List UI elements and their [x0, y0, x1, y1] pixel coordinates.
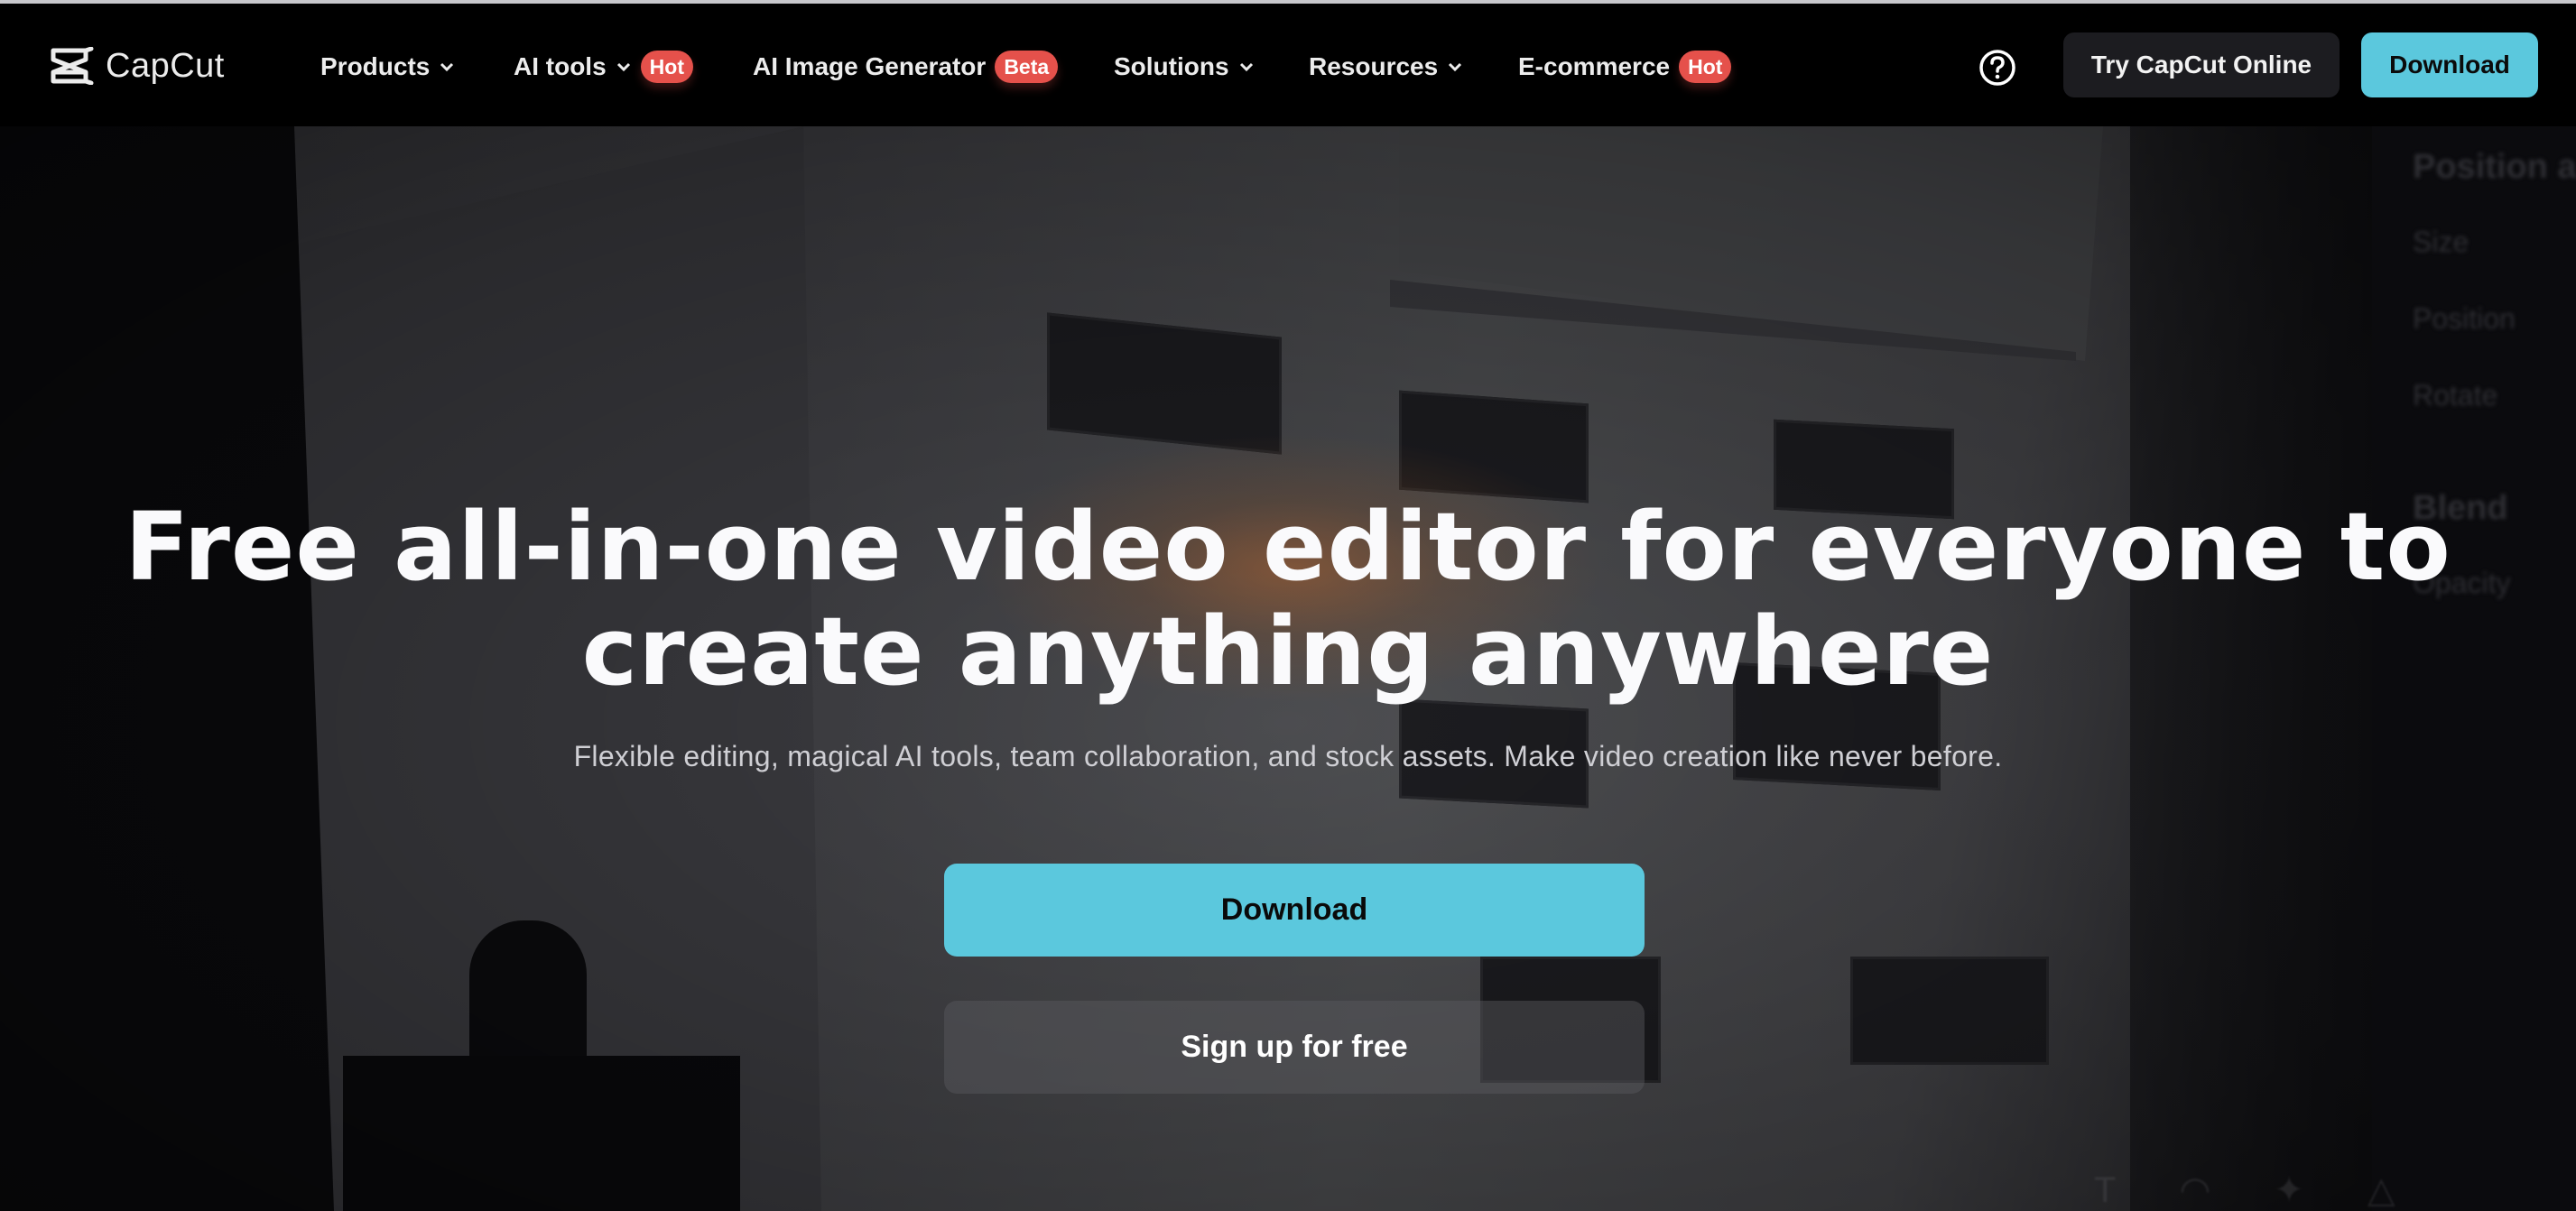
panel-label-position: Position [2413, 302, 2516, 335]
effects-icon: ✦ [2274, 1170, 2304, 1210]
nav-products[interactable]: Products [320, 49, 455, 85]
text-icon: T [2094, 1170, 2117, 1210]
beta-badge: Beta [995, 51, 1059, 83]
panel-label-position-and: Position a [2413, 148, 2576, 186]
nav-e-commerce[interactable]: E-commerce Hot [1518, 49, 1732, 85]
sticker-icon: ◠ [2179, 1170, 2211, 1210]
capcut-logo[interactable]: CapCut [50, 45, 225, 87]
top-navigation-bar: CapCut Products AI tools Hot AI Image Ge… [0, 4, 2576, 126]
nav-ai-tools[interactable]: AI tools Hot [514, 49, 693, 85]
nav-solutions[interactable]: Solutions [1114, 49, 1255, 85]
nav-resources-label: Resources [1309, 52, 1439, 80]
panel-label-size: Size [2413, 226, 2469, 258]
nav-solutions-label: Solutions [1114, 52, 1229, 80]
window-top-edge [0, 0, 2576, 4]
question-circle-icon[interactable] [1978, 49, 2016, 87]
nav-products-label: Products [320, 52, 431, 80]
hero-headline-line-2: create anything anywhere [581, 596, 1995, 707]
hot-badge: Hot [640, 51, 693, 83]
capcut-logo-icon [51, 47, 94, 85]
hero-headline-line-1: Free all-in-one video editor for everyon… [125, 492, 2451, 602]
hero-download-button[interactable]: Download [944, 864, 1645, 957]
brand-name: CapCut [106, 46, 225, 85]
sign-up-button[interactable]: Sign up for free [944, 1001, 1645, 1094]
hero-headline: Free all-in-one video editor for everyon… [0, 495, 2576, 704]
nav-ai-image-generator-label: AI Image Generator [753, 52, 987, 80]
hero-subtitle: Flexible editing, magical AI tools, team… [573, 740, 2003, 772]
try-capcut-online-button[interactable]: Try CapCut Online [2063, 32, 2340, 97]
nav-e-commerce-label: E-commerce [1518, 52, 1671, 80]
background-toolbar: T ◠ ✦ △ [2076, 1164, 2576, 1211]
nav-ai-image-generator[interactable]: AI Image Generator Beta [753, 49, 1059, 85]
chevron-down-icon [1449, 62, 1462, 72]
nav-download-button[interactable]: Download [2361, 32, 2538, 97]
chevron-down-icon [1239, 62, 1253, 72]
hero-section: Position a Size Position Rotate Blend Op… [0, 126, 2576, 1211]
filter-icon: △ [2367, 1170, 2395, 1210]
panel-label-rotate: Rotate [2413, 379, 2498, 411]
nav-resources[interactable]: Resources [1309, 49, 1463, 85]
hot-badge: Hot [1679, 51, 1732, 83]
chevron-down-icon [616, 62, 630, 72]
chevron-down-icon [440, 62, 454, 72]
nav-ai-tools-label: AI tools [514, 52, 607, 80]
